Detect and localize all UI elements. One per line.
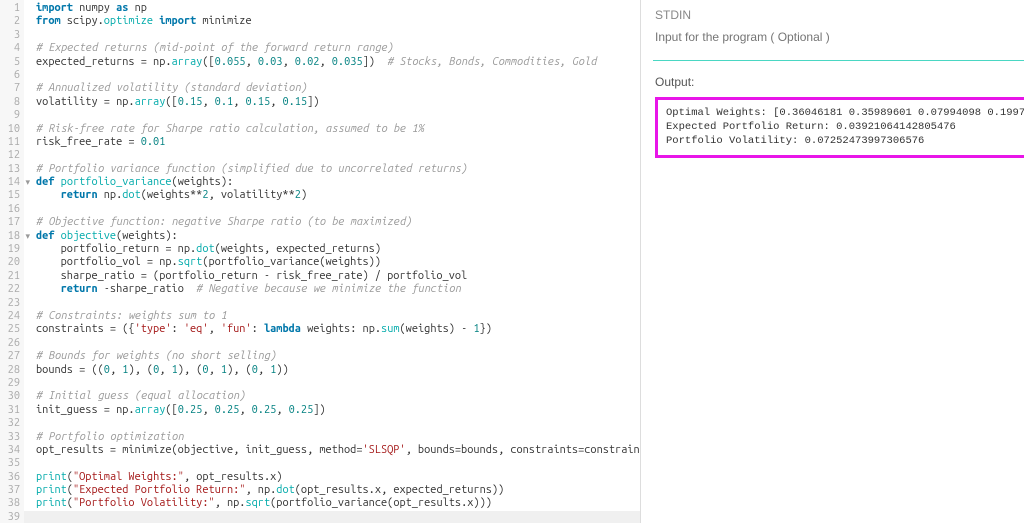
line-number: 38 <box>0 497 20 510</box>
line-number: 8 <box>0 96 20 109</box>
code-line[interactable] <box>36 511 640 523</box>
line-number: 20 <box>0 256 20 269</box>
line-number: 16 <box>0 203 20 216</box>
line-number: 11 <box>0 136 20 149</box>
line-number: 25 <box>0 323 20 336</box>
code-line[interactable]: constraints = ({'type': 'eq', 'fun': lam… <box>36 323 640 336</box>
line-number: 36 <box>0 471 20 484</box>
output-section: Output: Optimal Weights: [0.36046181 0.3… <box>641 71 1024 523</box>
divider <box>653 60 1024 61</box>
line-number: 37 <box>0 484 20 497</box>
line-number: 7 <box>0 82 20 95</box>
code-line[interactable]: import numpy as np <box>36 2 640 15</box>
code-line[interactable]: from scipy.optimize import minimize <box>36 15 640 28</box>
code-line[interactable]: return np.dot(weights**2, volatility**2) <box>36 189 640 202</box>
code-line[interactable]: # Objective function: negative Sharpe ra… <box>36 216 640 229</box>
code-line[interactable]: opt_results = minimize(objective, init_g… <box>36 444 640 457</box>
code-line[interactable] <box>36 69 640 82</box>
code-line[interactable]: init_guess = np.array([0.25, 0.25, 0.25,… <box>36 404 640 417</box>
line-number: 3 <box>0 29 20 42</box>
code-line[interactable]: print("Portfolio Volatility:", np.sqrt(p… <box>36 497 640 510</box>
line-number: 14 <box>0 176 20 189</box>
code-line[interactable]: expected_returns = np.array([0.055, 0.03… <box>36 56 640 69</box>
line-number-gutter: 1234567891011121314151617181920212223242… <box>0 0 24 523</box>
code-line[interactable]: portfolio_return = np.dot(weights, expec… <box>36 243 640 256</box>
code-line[interactable]: def portfolio_variance(weights): <box>36 176 640 189</box>
code-line[interactable]: sharpe_ratio = (portfolio_return - risk_… <box>36 270 640 283</box>
line-number: 18 <box>0 230 20 243</box>
output-label: Output: <box>655 75 1024 89</box>
code-line[interactable]: # Constraints: weights sum to 1 <box>36 310 640 323</box>
stdin-label: STDIN <box>655 8 1024 22</box>
output-box: Optimal Weights: [0.36046181 0.35989601 … <box>655 97 1024 158</box>
line-number: 29 <box>0 377 20 390</box>
line-number: 6 <box>0 69 20 82</box>
code-line[interactable]: print("Expected Portfolio Return:", np.d… <box>36 484 640 497</box>
line-number: 23 <box>0 297 20 310</box>
line-number: 9 <box>0 109 20 122</box>
code-line[interactable]: def objective(weights): <box>36 230 640 243</box>
code-line[interactable]: # Portfolio variance function (simplifie… <box>36 163 640 176</box>
code-line[interactable]: bounds = ((0, 1), (0, 1), (0, 1), (0, 1)… <box>36 364 640 377</box>
code-line[interactable]: print("Optimal Weights:", opt_results.x) <box>36 471 640 484</box>
line-number: 13 <box>0 163 20 176</box>
line-number: 39 <box>0 511 20 524</box>
code-line[interactable]: # Risk-free rate for Sharpe ratio calcul… <box>36 123 640 136</box>
code-line[interactable] <box>36 337 640 350</box>
line-number: 30 <box>0 390 20 403</box>
line-number: 10 <box>0 123 20 136</box>
line-number: 1 <box>0 2 20 15</box>
line-number: 35 <box>0 457 20 470</box>
code-line[interactable]: # Expected returns (mid-point of the for… <box>36 42 640 55</box>
stdin-input[interactable] <box>655 30 1024 44</box>
line-number: 12 <box>0 149 20 162</box>
code-line[interactable] <box>36 203 640 216</box>
code-line[interactable]: volatility = np.array([0.15, 0.1, 0.15, … <box>36 96 640 109</box>
line-number: 2 <box>0 15 20 28</box>
line-number: 33 <box>0 431 20 444</box>
line-number: 34 <box>0 444 20 457</box>
stdin-section: STDIN <box>641 0 1024 60</box>
line-number: 17 <box>0 216 20 229</box>
code-line[interactable]: portfolio_vol = np.sqrt(portfolio_varian… <box>36 256 640 269</box>
line-number: 32 <box>0 417 20 430</box>
line-number: 27 <box>0 350 20 363</box>
code-line[interactable]: # Portfolio optimization <box>36 431 640 444</box>
line-number: 31 <box>0 404 20 417</box>
line-number: 15 <box>0 189 20 202</box>
line-number: 19 <box>0 243 20 256</box>
code-line[interactable] <box>36 457 640 470</box>
code-line[interactable] <box>36 109 640 122</box>
code-line[interactable] <box>36 149 640 162</box>
code-line[interactable] <box>36 297 640 310</box>
code-area[interactable]: import numpy as npfrom scipy.optimize im… <box>24 0 640 523</box>
code-line[interactable] <box>36 377 640 390</box>
code-editor[interactable]: 1234567891011121314151617181920212223242… <box>0 0 640 523</box>
code-line[interactable] <box>36 417 640 430</box>
line-number: 21 <box>0 270 20 283</box>
io-panel: STDIN Output: Optimal Weights: [0.360461… <box>640 0 1024 523</box>
code-line[interactable]: risk_free_rate = 0.01 <box>36 136 640 149</box>
line-number: 4 <box>0 42 20 55</box>
line-number: 26 <box>0 337 20 350</box>
line-number: 5 <box>0 56 20 69</box>
line-number: 22 <box>0 283 20 296</box>
code-line[interactable] <box>36 29 640 42</box>
code-line[interactable]: # Annualized volatility (standard deviat… <box>36 82 640 95</box>
code-line[interactable]: return -sharpe_ratio # Negative because … <box>36 283 640 296</box>
line-number: 28 <box>0 364 20 377</box>
code-line[interactable]: # Initial guess (equal allocation) <box>36 390 640 403</box>
line-number: 24 <box>0 310 20 323</box>
code-line[interactable]: # Bounds for weights (no short selling) <box>36 350 640 363</box>
